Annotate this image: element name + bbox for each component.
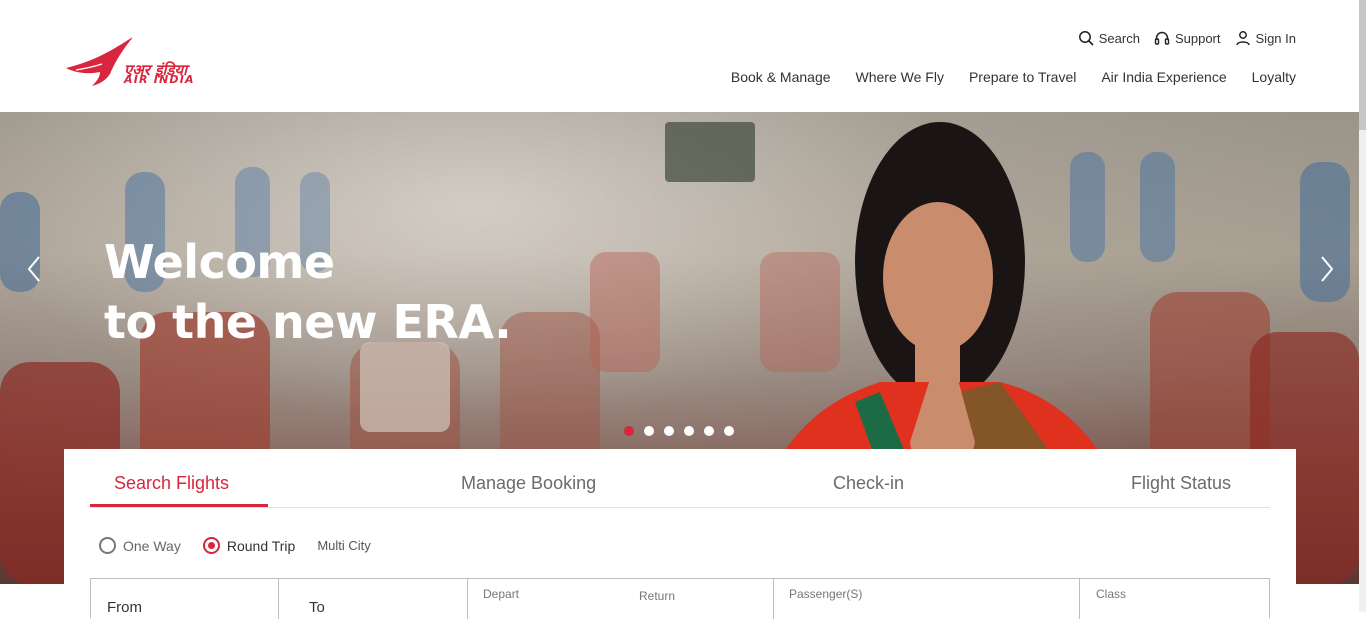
one-way-label: One Way	[123, 537, 181, 554]
user-icon	[1235, 31, 1250, 46]
nav-loyalty[interactable]: Loyalty	[1252, 69, 1296, 85]
tab-search-flights[interactable]: Search Flights	[114, 473, 229, 494]
signin-label: Sign In	[1255, 30, 1296, 46]
carousel-dot[interactable]	[644, 426, 654, 436]
site-header: एअर इंडिया AIR INDIA Search Support Sign…	[0, 0, 1366, 112]
trip-type-selector: One Way Round Trip Multi City	[99, 537, 371, 554]
utility-nav: Search Support Sign In	[1078, 30, 1296, 46]
nav-where-we-fly[interactable]: Where We Fly	[856, 69, 944, 85]
class-label: Class	[1096, 587, 1127, 601]
support-label: Support	[1174, 30, 1221, 46]
tab-check-in[interactable]: Check-in	[833, 473, 904, 494]
search-link[interactable]: Search	[1078, 30, 1140, 46]
main-nav: Book & Manage Where We Fly Prepare to Tr…	[731, 69, 1296, 85]
return-label: Return	[639, 589, 676, 603]
nav-book-manage[interactable]: Book & Manage	[731, 69, 831, 85]
nav-prepare-to-travel[interactable]: Prepare to Travel	[969, 69, 1076, 85]
multi-city-link[interactable]: Multi City	[317, 538, 370, 553]
active-tab-indicator	[90, 504, 268, 507]
to-field[interactable]: To	[279, 579, 468, 619]
logo-english-text: AIR INDIA	[124, 73, 195, 86]
hero-title: Welcome to the new ERA.	[104, 232, 512, 352]
chevron-right-icon[interactable]	[1315, 254, 1339, 284]
maharaja-swan-icon	[66, 37, 132, 86]
date-field[interactable]: Depart Return	[468, 579, 774, 619]
round-trip-radio[interactable]: Round Trip	[202, 537, 296, 554]
from-field[interactable]: From	[91, 579, 279, 619]
booking-tabs: Search Flights Manage Booking Check-in F…	[90, 449, 1270, 508]
flight-search-fields: From To Depart Return Passenger(S) Class	[90, 578, 1270, 619]
nav-air-india-experience[interactable]: Air India Experience	[1101, 69, 1226, 85]
hero-title-line2: to the new ERA.	[104, 295, 512, 349]
carousel-dot[interactable]	[684, 426, 694, 436]
carousel-dot[interactable]	[704, 426, 714, 436]
from-label: From	[107, 599, 142, 616]
search-label: Search	[1098, 30, 1140, 46]
carousel-dot[interactable]	[724, 426, 734, 436]
carousel-dot[interactable]	[624, 426, 634, 436]
page-scrollbar[interactable]	[1359, 0, 1366, 612]
search-icon	[1078, 31, 1094, 46]
carousel-dots	[624, 426, 734, 436]
round-trip-label: Round Trip	[226, 537, 296, 554]
to-label: To	[309, 599, 325, 616]
scrollbar-thumb[interactable]	[1359, 0, 1366, 130]
class-field[interactable]: Class	[1080, 579, 1269, 619]
signin-link[interactable]: Sign In	[1235, 30, 1296, 46]
passengers-label: Passenger(S)	[789, 587, 863, 601]
tab-flight-status[interactable]: Flight Status	[1131, 473, 1231, 494]
chevron-left-icon[interactable]	[24, 254, 48, 284]
passengers-field[interactable]: Passenger(S)	[774, 579, 1080, 619]
radio-circle	[99, 537, 116, 554]
one-way-radio[interactable]: One Way	[99, 537, 181, 554]
headset-icon	[1154, 31, 1170, 45]
depart-label: Depart	[483, 587, 520, 601]
support-link[interactable]: Support	[1154, 30, 1221, 46]
radio-circle-selected	[202, 537, 220, 554]
tab-manage-booking[interactable]: Manage Booking	[461, 473, 596, 494]
carousel-dot[interactable]	[664, 426, 674, 436]
booking-widget: Search Flights Manage Booking Check-in F…	[64, 449, 1296, 619]
air-india-logo[interactable]: एअर इंडिया AIR INDIA	[62, 34, 242, 90]
hero-title-line1: Welcome	[104, 235, 335, 289]
